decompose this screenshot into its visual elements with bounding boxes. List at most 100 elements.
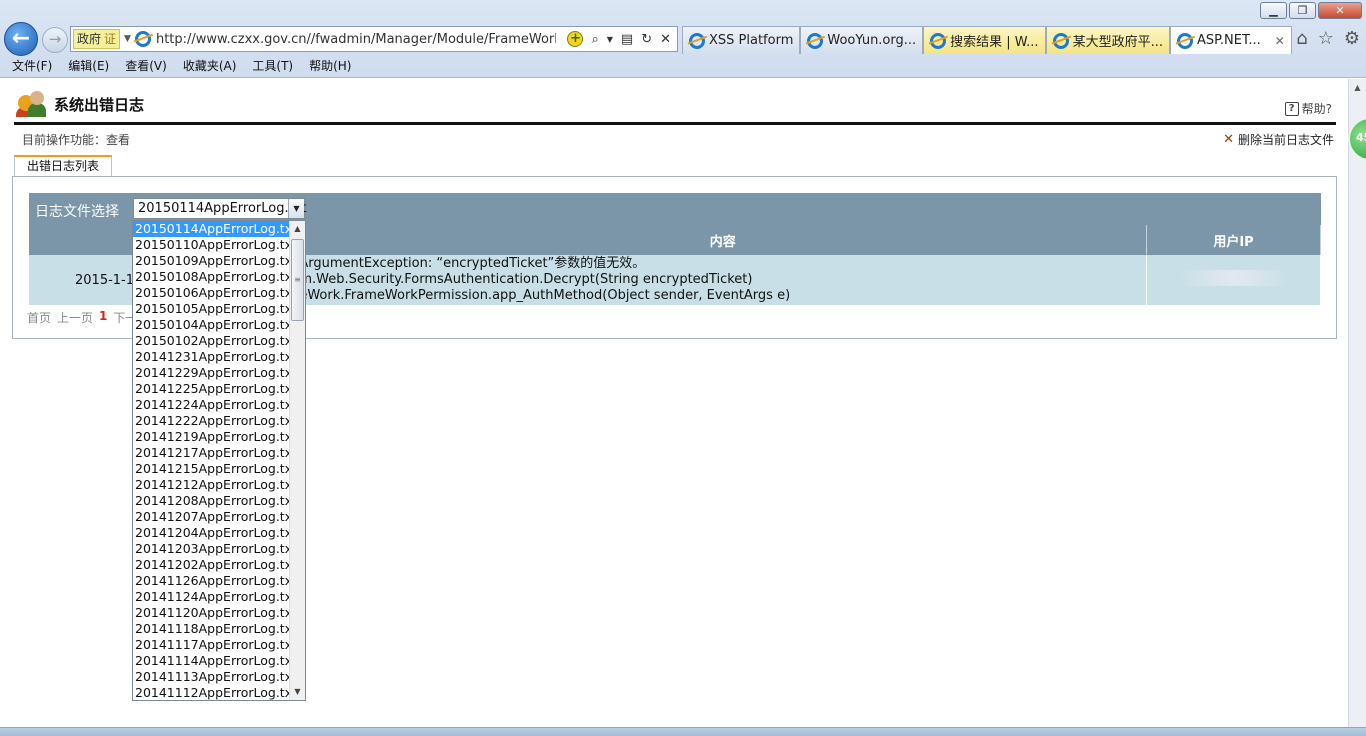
menu-item[interactable]: 工具(T) — [244, 56, 301, 78]
minimize-button[interactable]: ▁ — [1260, 2, 1287, 19]
search-icon[interactable]: ⌕ — [591, 32, 598, 47]
ie-tab-icon — [689, 32, 705, 49]
dropdown-option[interactable]: 20141222AppErrorLog.txt — [133, 413, 289, 429]
restore-button[interactable]: ❐ — [1289, 2, 1316, 19]
column-header-ip[interactable]: 用户IP — [1146, 225, 1321, 255]
scroll-down-icon[interactable]: ▼ — [290, 684, 305, 700]
dropdown-option[interactable]: 20141225AppErrorLog.txt — [133, 381, 289, 397]
ie-tab-icon — [930, 32, 947, 49]
close-tab-icon[interactable]: ✕ — [1275, 34, 1285, 48]
scroll-thumb[interactable]: ≡ — [291, 239, 304, 321]
dropdown-option[interactable]: 20150102AppErrorLog.txt — [133, 333, 289, 349]
dropdown-option[interactable]: 20141120AppErrorLog.txt — [133, 605, 289, 621]
browser-tab-label: XSS Platform — [709, 33, 794, 48]
scroll-up-icon[interactable]: ▲ — [290, 221, 305, 237]
dropdown-option[interactable]: 20141207AppErrorLog.txt — [133, 509, 289, 525]
dropdown-option[interactable]: 20141215AppErrorLog.txt — [133, 461, 289, 477]
dropdown-option[interactable]: 20141212AppErrorLog.txt — [133, 477, 289, 493]
dropdown-option[interactable]: 20141117AppErrorLog.txt — [133, 637, 289, 653]
log-file-dropdown-list[interactable]: 20150114AppErrorLog.txt 20150110AppErrorL… — [132, 220, 306, 701]
help-link[interactable]: ? 帮助? — [1284, 100, 1332, 117]
pager: 首页 上一页 1 下一 — [27, 309, 137, 326]
browser-tab-label: 搜索结果 | W... — [950, 35, 1039, 50]
content-line: eWork.FrameWorkPermission.app_AuthMethod… — [299, 288, 791, 303]
scroll-up-icon[interactable]: ▲ — [1349, 79, 1366, 96]
pager-current: 1 — [99, 309, 108, 323]
pager-first[interactable]: 首页 — [27, 309, 51, 326]
redacted-ip — [1178, 270, 1289, 286]
ie-tab-icon — [1176, 32, 1193, 49]
ie-tab-icon — [1052, 32, 1069, 49]
browser-tab[interactable]: WooYun.org... — [800, 26, 924, 54]
dropdown-option[interactable]: 20141114AppErrorLog.txt — [133, 653, 289, 669]
dropdown-option[interactable]: 20150108AppErrorLog.txt — [133, 269, 289, 285]
chevron-down-icon[interactable]: ▼ — [288, 199, 304, 218]
dropdown-option[interactable]: 20141219AppErrorLog.txt — [133, 429, 289, 445]
dropdown-option[interactable]: 20141231AppErrorLog.txt — [133, 349, 289, 365]
dropdown-option[interactable]: 20141124AppErrorLog.txt — [133, 589, 289, 605]
column-header-content[interactable]: 内容 — [298, 225, 1148, 255]
dropdown-option[interactable]: 20141203AppErrorLog.txt — [133, 541, 289, 557]
certificate-icon: 证 — [104, 32, 117, 46]
badge-dropdown-icon[interactable]: ▼ — [124, 34, 131, 44]
search-dropdown-icon[interactable]: ▼ — [607, 35, 613, 44]
site-identity-badge[interactable]: 政府 证 — [73, 29, 121, 49]
browser-toolbar-icons: ⌂ ☆ ⚙ — [1296, 28, 1360, 49]
dropdown-option[interactable]: 20150109AppErrorLog.txt — [133, 253, 289, 269]
dropdown-option[interactable]: 20141217AppErrorLog.txt — [133, 445, 289, 461]
browser-chrome: ▁ ❐ ✕ ← → 政府 证 ▼ http://www.czxx.gov.cn/… — [0, 0, 1366, 78]
dropdown-option[interactable]: 20150106AppErrorLog.txt — [133, 285, 289, 301]
menu-item[interactable]: 帮助(H) — [301, 56, 359, 78]
close-window-button[interactable]: ✕ — [1318, 2, 1362, 19]
forward-button[interactable]: → — [42, 27, 68, 53]
page-header: 系统出错日志 ? 帮助? — [14, 91, 1336, 125]
menu-item[interactable]: 编辑(E) — [60, 56, 117, 78]
delete-log-file-link[interactable]: ✕ 删除当前日志文件 — [1223, 131, 1334, 148]
settings-gear-icon[interactable]: ⚙ — [1344, 28, 1360, 49]
menu-item[interactable]: 收藏夹(A) — [175, 56, 245, 78]
stop-icon[interactable]: ✕ — [660, 32, 671, 47]
browser-tab[interactable]: XSS Platform — [682, 26, 801, 54]
filter-label: 日志文件选择 — [35, 204, 119, 220]
page-scrollbar[interactable]: ▲ — [1348, 79, 1366, 727]
dropdown-option[interactable]: 20141208AppErrorLog.txt — [133, 493, 289, 509]
dropdown-option[interactable]: 20150105AppErrorLog.txt — [133, 301, 289, 317]
dropdown-option[interactable]: 20141113AppErrorLog.txt — [133, 669, 289, 685]
tab-error-log-list[interactable]: 出错日志列表 — [14, 155, 113, 177]
taskbar — [0, 727, 1366, 736]
add-favorite-icon[interactable]: + — [567, 31, 584, 47]
dropdown-option[interactable]: 20141126AppErrorLog.txt — [133, 573, 289, 589]
compatibility-view-icon[interactable]: ▤ — [621, 32, 633, 47]
url-text[interactable]: http://www.czxx.gov.cn//fwadmin/Manager/… — [156, 32, 556, 47]
dropdown-option[interactable]: 20141202AppErrorLog.txt — [133, 557, 289, 573]
window-controls: ▁ ❐ ✕ — [1260, 2, 1362, 19]
menu-item[interactable]: 文件(F) — [4, 56, 60, 78]
browser-tab[interactable]: ASP.NET... ✕ — [1169, 26, 1292, 54]
menu-item[interactable]: 查看(V) — [117, 56, 175, 78]
dropdown-option[interactable]: 20141118AppErrorLog.txt — [133, 621, 289, 637]
refresh-icon[interactable]: ↻ — [641, 32, 652, 47]
pager-prev[interactable]: 上一页 — [57, 309, 93, 326]
dropdown-option[interactable]: 20141224AppErrorLog.txt — [133, 397, 289, 413]
favorites-star-icon[interactable]: ☆ — [1318, 28, 1334, 49]
address-bar[interactable]: 政府 证 ▼ http://www.czxx.gov.cn//fwadmin/M… — [70, 26, 678, 52]
page-tabs: 出错日志列表 — [14, 155, 113, 177]
dropdown-option[interactable]: 20150104AppErrorLog.txt — [133, 317, 289, 333]
browser-tab[interactable]: 搜索结果 | W... — [923, 26, 1046, 54]
browser-tab[interactable]: 某大型政府平... — [1045, 26, 1170, 54]
help-icon: ? — [1284, 101, 1299, 116]
log-file-select[interactable]: 20150114AppErrorLog.txt ▼ — [133, 198, 307, 219]
dropdown-option[interactable]: 20150114AppErrorLog.txt — [133, 221, 289, 237]
site-identity-label: 政府 — [77, 32, 102, 46]
ie-tab-icon — [807, 32, 824, 49]
home-icon[interactable]: ⌂ — [1296, 28, 1307, 49]
dropdown-scrollbar[interactable]: ▲ ≡ ▼ — [289, 221, 305, 700]
current-operation-label: 目前操作功能：查看 — [22, 133, 131, 147]
dropdown-option[interactable]: 20150110AppErrorLog.txt — [133, 237, 289, 253]
dropdown-option[interactable]: 20141204AppErrorLog.txt — [133, 525, 289, 541]
browser-tab-label: ASP.NET... — [1196, 33, 1261, 48]
back-button[interactable]: ← — [4, 22, 38, 56]
dropdown-option[interactable]: 20141229AppErrorLog.txt — [133, 365, 289, 381]
dropdown-option[interactable]: 20141112AppErrorLog.txt — [133, 685, 289, 700]
content-line: m.Web.Security.FormsAuthentication.Decry… — [299, 272, 753, 287]
